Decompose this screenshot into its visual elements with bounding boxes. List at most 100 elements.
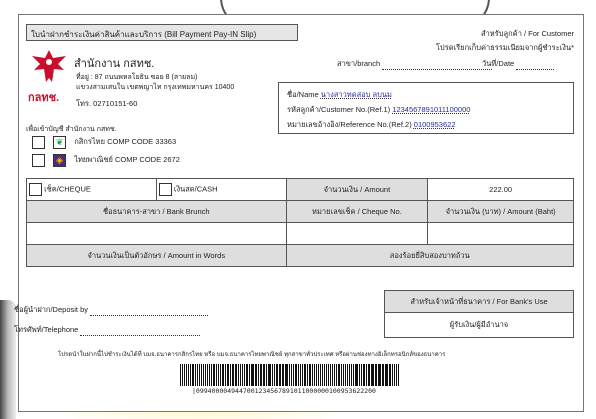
- barcode-bar: [295, 364, 297, 386]
- bank-option-kbank[interactable]: ❦ กสิกรไทย COMP CODE 33363: [32, 136, 176, 149]
- telephone-field[interactable]: โทรศัพท์/Telephone: [14, 324, 201, 336]
- barcode-bar: [235, 364, 237, 386]
- barcode-bar: [396, 364, 397, 386]
- bank-use-receiver: ผู้รับเงิน/ผู้มีอำนาจ: [449, 320, 509, 329]
- fee-note: โปรดเรียกเก็บค่าธรรมเนียมจากผู้ชำระเงิน*: [435, 43, 574, 52]
- barcode-bar: [211, 364, 212, 386]
- kbank-label: กสิกรไทย COMP CODE 33363: [74, 137, 177, 147]
- customer-name-value: นางสาวทดสอบ ลบนม: [320, 90, 392, 99]
- barcode-bar: [359, 364, 360, 386]
- barcode-bar: [266, 364, 267, 386]
- deposit-by-field[interactable]: ชื่อผู้นำฝาก/Deposit by: [14, 304, 209, 316]
- cash-checkbox[interactable]: [158, 183, 172, 196]
- amount-baht-header: จำนวนเงิน (บาท) / Amount (Baht): [427, 200, 574, 223]
- barcode-bar: [394, 364, 395, 386]
- amount-words-label: จำนวนเงินเป็นตัวอักษร / Amount in Words: [26, 244, 287, 267]
- barcode-bar: [378, 364, 381, 386]
- barcode-bar: [392, 364, 393, 386]
- scb-checkbox[interactable]: [32, 154, 45, 167]
- barcode-bar: [201, 364, 202, 386]
- barcode-bar: [375, 364, 377, 386]
- cheque-no-cell[interactable]: [285, 222, 429, 245]
- barcode-bar: [293, 364, 294, 386]
- barcode-bar: [203, 364, 204, 386]
- barcode-bar: [242, 364, 243, 386]
- barcode-bar: [371, 364, 374, 386]
- barcode-bar: [338, 364, 340, 386]
- barcode-bar: [307, 364, 308, 386]
- org-phone: โทร. 02710151-60: [76, 99, 138, 108]
- cheque-checkbox[interactable]: [29, 183, 42, 196]
- barcode-bar: [222, 364, 224, 386]
- barcode-bar: [209, 364, 210, 386]
- for-customer-label: สำหรับลูกค้า / For Customer: [481, 29, 574, 38]
- scanner-shadow: [0, 300, 16, 419]
- amount-words-value: สองร้อยยี่สิบสองบาทถ้วน: [285, 244, 575, 267]
- cheque-no-header: หมายเลขเช็ค / Cheque No.: [285, 200, 429, 223]
- barcode-bar: [227, 364, 229, 386]
- barcode-bar: [190, 364, 191, 386]
- scb-label: ไทยพาณิชย์ COMP CODE 2672: [74, 155, 180, 165]
- payment-table: เช็ค/CHEQUE เงินสด/CASH จำนวนเงิน / Amou…: [26, 178, 575, 267]
- barcode-bar: [192, 364, 194, 386]
- barcode-bar: [324, 364, 325, 386]
- barcode-bar: [268, 364, 271, 386]
- cash-option[interactable]: เงินสด/CASH: [155, 178, 287, 201]
- branch-field: สาขา/branch: [337, 58, 493, 70]
- barcode-bar: [225, 364, 226, 386]
- barcode-bar: [246, 364, 248, 386]
- customer-name-row: ชื่อ/Name นางสาวทดสอบ ลบนม: [287, 87, 565, 102]
- slip-title: ใบนำฝากชำระเงินค่าสินค้าและบริการ (Bill …: [26, 24, 298, 41]
- org-name: สำนักงาน กสทช.: [74, 58, 155, 70]
- barcode-bar: [314, 364, 315, 386]
- barcode-bar: [330, 364, 331, 386]
- barcode-text: |099400004944700123456789101100000010095…: [192, 387, 376, 395]
- barcode-bar: [398, 364, 399, 386]
- barcode-bar: [368, 364, 370, 386]
- barcode-bar: [302, 364, 303, 386]
- barcode-bar: [298, 364, 299, 386]
- barcode-bar: [316, 364, 317, 386]
- barcode-bar: [249, 364, 250, 386]
- ref2-row: หมายเลขอ้างอิง/Reference No.(Ref.2) 0100…: [287, 117, 565, 132]
- barcode-bar: [382, 364, 384, 386]
- ref1-row: รหัสลูกค้า/Customer No.(Ref.1) 123456789…: [287, 102, 565, 117]
- barcode-bar: [366, 364, 367, 386]
- bank-use-box: สำหรับเจ้าหน้าที่ธนาคาร / For Bank's Use…: [384, 290, 574, 338]
- barcode-bar: [230, 364, 231, 386]
- kbank-checkbox[interactable]: [32, 136, 45, 149]
- account-title: เพื่อเข้าบัญชี สำนักงาน กสทช.: [26, 126, 117, 133]
- bank-branch-cell[interactable]: [26, 222, 287, 245]
- barcode-bar: [258, 364, 259, 386]
- barcode-bar: [304, 364, 306, 386]
- customer-info-box: ชื่อ/Name นางสาวทดสอบ ลบนม รหัสลูกค้า/Cu…: [278, 82, 574, 134]
- barcode: [180, 364, 399, 386]
- barcode-bar: [355, 364, 358, 386]
- barcode-bar: [213, 364, 215, 386]
- barcode-bar: [180, 364, 181, 386]
- barcode-bar: [186, 364, 187, 386]
- amount-label: จำนวนเงิน / Amount: [285, 178, 429, 201]
- barcode-bar: [291, 364, 292, 386]
- barcode-bar: [282, 364, 284, 386]
- barcode-bar: [272, 364, 273, 386]
- barcode-bar: [361, 364, 362, 386]
- cheque-option[interactable]: เช็ค/CHEQUE: [26, 178, 157, 201]
- barcode-bar: [300, 364, 301, 386]
- barcode-bar: [353, 364, 354, 386]
- org-address-2: แขวงสามเสนใน เขตพญาไท กรุงเทพมหานคร 1040…: [76, 84, 235, 91]
- barcode-bar: [197, 364, 198, 386]
- barcode-bar: [385, 364, 388, 386]
- barcode-bar: [312, 364, 313, 386]
- barcode-bar: [184, 364, 185, 386]
- barcode-bar: [276, 364, 278, 386]
- garuda-logo-icon: [32, 50, 66, 82]
- barcode-bar: [349, 364, 350, 386]
- bank-option-scb[interactable]: ◈ ไทยพาณิชย์ COMP CODE 2672: [32, 154, 180, 167]
- barcode-bar: [279, 364, 281, 386]
- barcode-bar: [341, 364, 342, 386]
- barcode-bar: [309, 364, 311, 386]
- amount-baht-cell[interactable]: [427, 222, 574, 245]
- barcode-bar: [351, 364, 352, 386]
- logo-text: กลทช.: [28, 92, 60, 104]
